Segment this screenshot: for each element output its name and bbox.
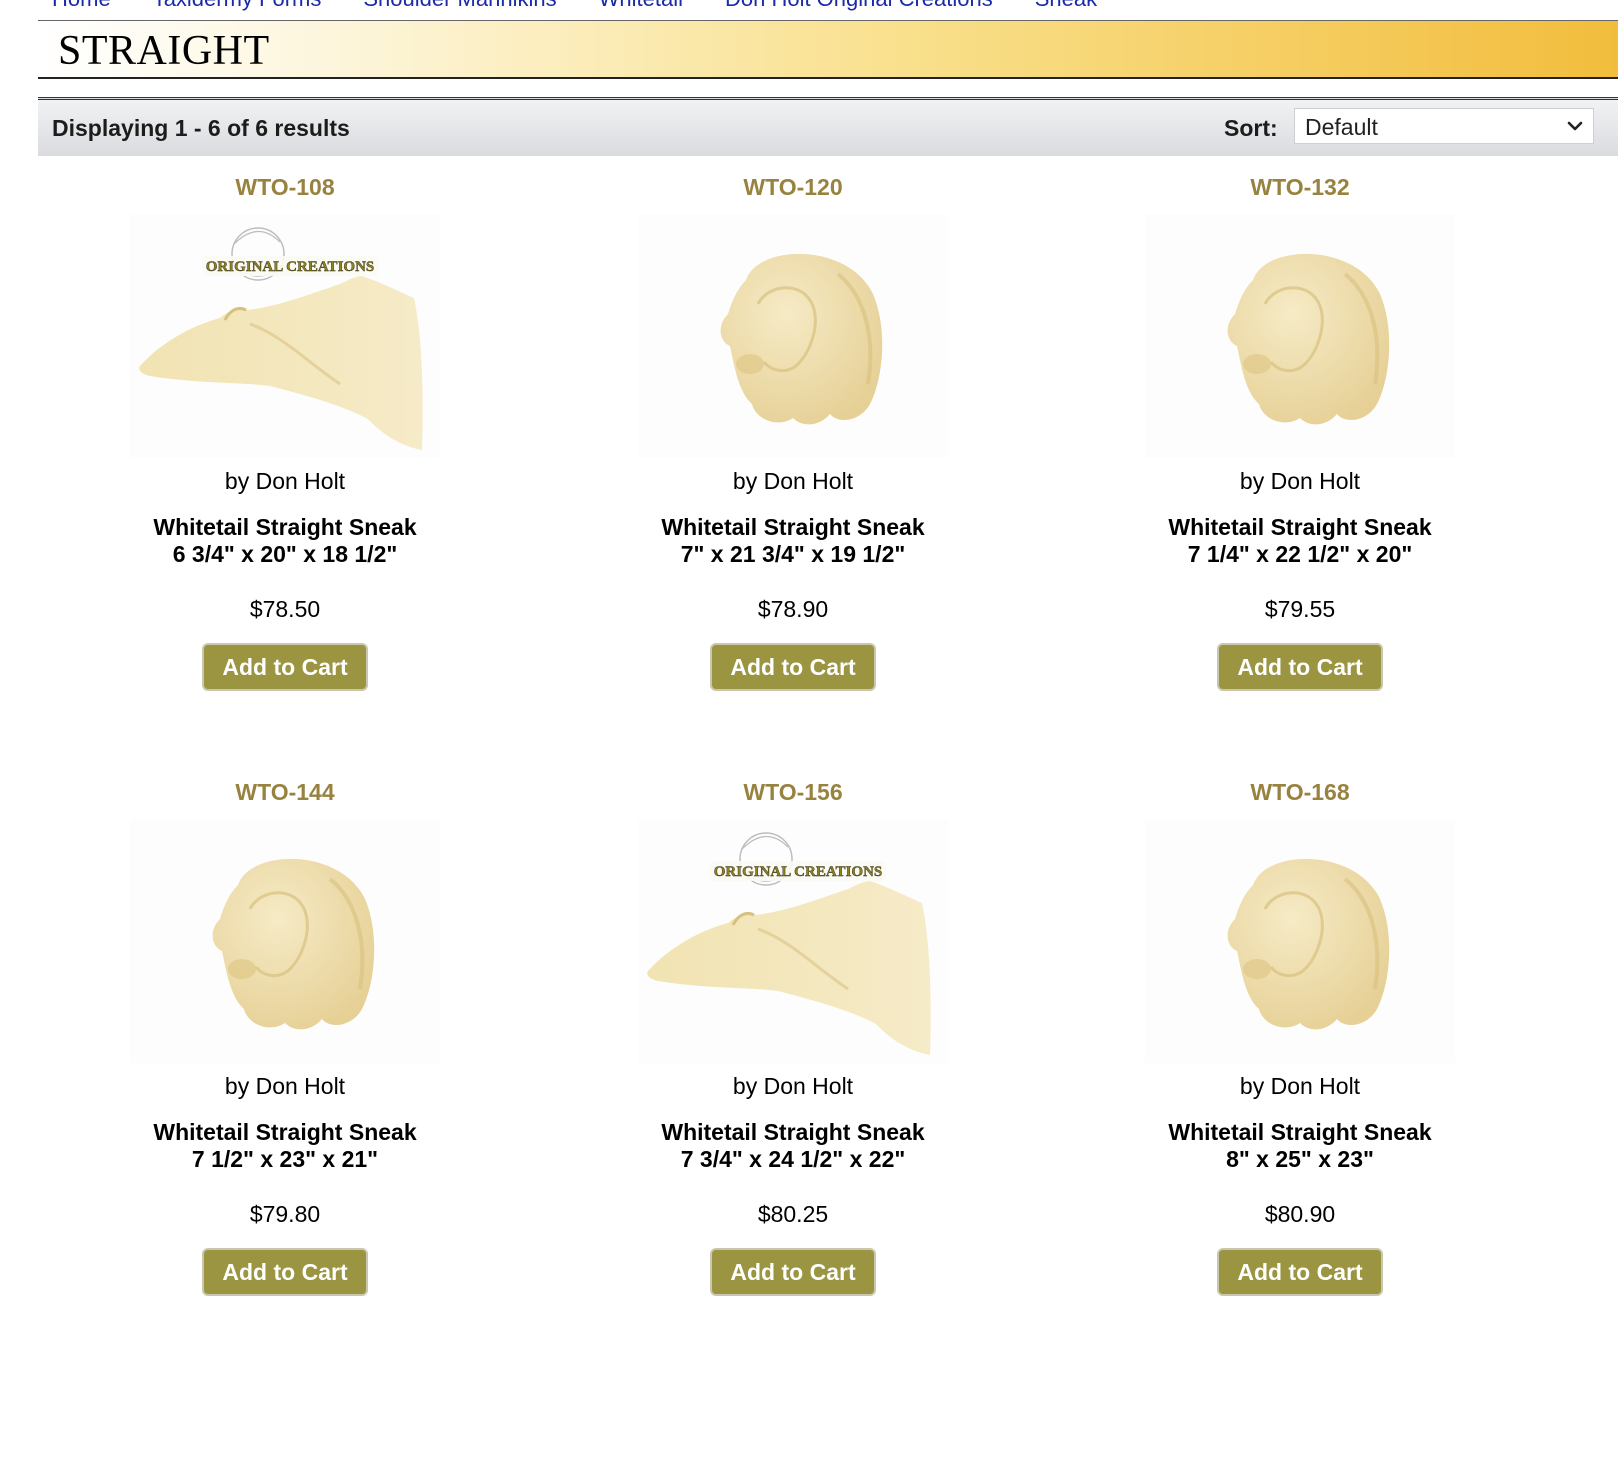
product-price: $79.80 — [249, 1201, 321, 1227]
breadcrumb-taxidermy-forms-link[interactable]: Taxidermy Forms — [153, 0, 322, 12]
product-price: $78.50 — [249, 596, 321, 622]
product-dimensions: 7 1/4" x 22 1/2" x 20" — [1187, 541, 1413, 567]
product-name-link[interactable]: Whitetail Straight Sneak — [1090, 514, 1510, 541]
results-bar: Displaying 1 - 6 of 6 results Sort: Defa… — [38, 97, 1618, 156]
product-image[interactable]: ORIGINAL CREATIONS — [638, 819, 948, 1063]
product-sku-link[interactable]: WTO-144 — [75, 779, 495, 809]
product-price: $80.90 — [1264, 1201, 1336, 1227]
sort-label: Sort: — [1224, 115, 1278, 141]
product-author: by Don Holt — [224, 468, 346, 494]
product-card: WTO-168 by Don Holt Whitetail Straight Sne… — [1090, 779, 1510, 1296]
page-title: STRAIGHT — [58, 28, 270, 74]
product-image[interactable]: ORIGINAL CREATIONS — [130, 214, 440, 458]
product-card: WTO-108 ORIGINAL CREATIONS by Don Holt Whit… — [75, 174, 495, 691]
breadcrumb: Home Taxidermy Forms Shoulder Mannikins Whi… — [52, 0, 1139, 11]
breadcrumb-whitetail-link[interactable]: Whitetail — [599, 0, 683, 12]
logo-text: ORIGINAL CREATIONS — [714, 864, 883, 880]
product-name-link[interactable]: Whitetail Straight Sneak — [75, 1119, 495, 1146]
product-name-link[interactable]: Whitetail Straight Sneak — [583, 514, 1003, 541]
add-to-cart-button[interactable]: Add to Cart — [202, 643, 368, 691]
product-card: WTO-132 by Don Holt Whitetail Straight Sne… — [1090, 174, 1510, 691]
results-count: Displaying 1 - 6 of 6 results — [52, 115, 350, 141]
chevron-down-icon — [1567, 121, 1583, 131]
product-dimensions: 7 3/4" x 24 1/2" x 22" — [680, 1146, 906, 1172]
product-sku-link[interactable]: WTO-168 — [1090, 779, 1510, 809]
product-price: $79.55 — [1264, 596, 1336, 622]
add-to-cart-button[interactable]: Add to Cart — [1217, 643, 1383, 691]
product-dimensions: 7" x 21 3/4" x 19 1/2" — [680, 541, 906, 567]
product-dimensions: 7 1/2" x 23" x 21" — [191, 1146, 379, 1172]
product-author: by Don Holt — [732, 1073, 854, 1099]
add-to-cart-button[interactable]: Add to Cart — [1217, 1248, 1383, 1296]
product-card: WTO-144 by Don Holt Whitetail Straight Sne… — [75, 779, 495, 1296]
product-image[interactable] — [130, 819, 440, 1063]
breadcrumb-don-holt-link[interactable]: Don Holt Original Creations — [725, 0, 993, 12]
product-card: WTO-120 by Don Holt Whitetail Straight Sne… — [583, 174, 1003, 691]
product-sku-link[interactable]: WTO-132 — [1090, 174, 1510, 204]
product-sku-link[interactable]: WTO-120 — [583, 174, 1003, 204]
product-card: WTO-156 ORIGINAL CREATIONS by Don Holt Whit… — [583, 779, 1003, 1296]
product-price: $78.90 — [757, 596, 829, 622]
breadcrumb-shoulder-mannikins-link[interactable]: Shoulder Mannikins — [363, 0, 556, 12]
sort-select[interactable]: Default — [1294, 108, 1594, 144]
product-author: by Don Holt — [1239, 1073, 1361, 1099]
add-to-cart-button[interactable]: Add to Cart — [710, 1248, 876, 1296]
product-sku-link[interactable]: WTO-156 — [583, 779, 1003, 809]
product-image[interactable] — [1145, 819, 1455, 1063]
sort-selected-value: Default — [1305, 114, 1378, 140]
breadcrumb-sneak-link[interactable]: Sneak — [1035, 0, 1097, 12]
product-price: $80.25 — [757, 1201, 829, 1227]
add-to-cart-button[interactable]: Add to Cart — [202, 1248, 368, 1296]
product-name-link[interactable]: Whitetail Straight Sneak — [583, 1119, 1003, 1146]
product-name-link[interactable]: Whitetail Straight Sneak — [75, 514, 495, 541]
add-to-cart-button[interactable]: Add to Cart — [710, 643, 876, 691]
title-bar: STRAIGHT — [38, 20, 1618, 79]
product-dimensions: 6 3/4" x 20" x 18 1/2" — [172, 541, 398, 567]
product-author: by Don Holt — [224, 1073, 346, 1099]
product-image[interactable] — [638, 214, 948, 458]
product-name-link[interactable]: Whitetail Straight Sneak — [1090, 1119, 1510, 1146]
product-sku-link[interactable]: WTO-108 — [75, 174, 495, 204]
product-author: by Don Holt — [732, 468, 854, 494]
product-dimensions: 8" x 25" x 23" — [1226, 1146, 1374, 1172]
product-image[interactable] — [1145, 214, 1455, 458]
logo-text: ORIGINAL CREATIONS — [206, 259, 375, 275]
product-author: by Don Holt — [1239, 468, 1361, 494]
breadcrumb-home-link[interactable]: Home — [52, 0, 111, 12]
